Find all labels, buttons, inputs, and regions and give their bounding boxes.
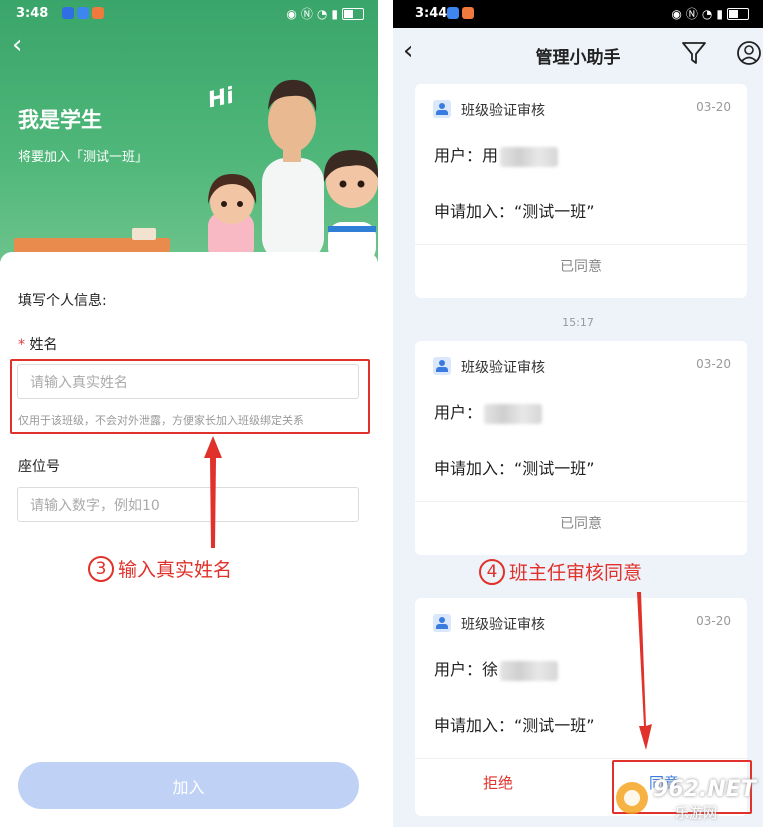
user-label: 用户： bbox=[434, 146, 483, 165]
card-apply-text: 申请加入：“测试一班” bbox=[434, 459, 595, 478]
name-label: 姓名 bbox=[29, 337, 58, 353]
review-card: 班级验证审核 03-20 用户： 申请加入：“测试一班” 已同意 bbox=[415, 341, 747, 555]
page-subtitle: 将要加入「测试一班」 bbox=[18, 150, 149, 165]
status-approved: 已同意 bbox=[560, 259, 602, 275]
book-decoration bbox=[14, 238, 170, 252]
signal-icon: ▮ bbox=[716, 6, 723, 21]
status-bar: 3:44 ◉ Ⓝ ◔ ▮ bbox=[393, 0, 763, 28]
app-notification-icon bbox=[462, 7, 474, 19]
nfc-icon: Ⓝ bbox=[685, 7, 698, 21]
card-title: 班级验证审核 bbox=[461, 103, 545, 119]
user-name: 徐 bbox=[482, 660, 499, 679]
annotation-arrow bbox=[204, 436, 222, 548]
user-label: 用户： bbox=[434, 660, 483, 679]
filter-icon[interactable] bbox=[681, 40, 707, 66]
status-time: 3:44 bbox=[415, 6, 448, 21]
user-verify-icon bbox=[433, 357, 451, 375]
profile-icon[interactable] bbox=[736, 40, 762, 66]
timestamp: 15:17 bbox=[562, 316, 594, 329]
notification-icons bbox=[62, 7, 104, 19]
step-number: 4 bbox=[479, 558, 505, 585]
card-apply-text: 申请加入：“测试一班” bbox=[434, 202, 595, 221]
app-notification-icon bbox=[77, 7, 89, 19]
card-user: 用户：徐 bbox=[434, 656, 559, 681]
divider bbox=[415, 244, 747, 245]
watermark-logo bbox=[616, 782, 648, 814]
status-bar: 3:48 ◉ Ⓝ ◔ ▮ bbox=[0, 0, 378, 28]
required-mark: * bbox=[18, 337, 25, 353]
card-date: 03-20 bbox=[696, 614, 731, 628]
back-icon[interactable]: ‹ bbox=[12, 32, 22, 58]
card-apply-text: 申请加入：“测试一班” bbox=[434, 716, 595, 735]
card-date: 03-20 bbox=[696, 357, 731, 371]
eye-icon: ◉ bbox=[286, 6, 297, 21]
system-icons: ◉ Ⓝ ◔ ▮ bbox=[286, 5, 364, 22]
name-label-row: * 姓名 bbox=[18, 334, 57, 354]
blurred-name bbox=[500, 146, 559, 167]
student-join-screen: 3:48 ◉ Ⓝ ◔ ▮ ‹ 我是学生 将要加入「测试一班」 Hi 填写个人信息… bbox=[0, 0, 378, 827]
highlight-box bbox=[10, 359, 370, 434]
divider bbox=[415, 501, 747, 502]
annotation-text: 班主任审核同意 bbox=[509, 562, 643, 584]
site-watermark: 962.NET 乐游网 bbox=[615, 775, 756, 823]
family-illustration bbox=[208, 79, 378, 262]
divider bbox=[415, 758, 747, 759]
status-approved: 已同意 bbox=[560, 516, 602, 532]
step-number: 3 bbox=[88, 555, 114, 582]
wifi-icon: ◔ bbox=[316, 6, 328, 21]
system-icons: ◉ Ⓝ ◔ ▮ bbox=[671, 5, 749, 22]
card-user: 用户：用 bbox=[434, 142, 559, 167]
annotation-text: 输入真实姓名 bbox=[118, 559, 233, 581]
watermark-brand: 962.NET bbox=[653, 777, 756, 802]
book-decoration bbox=[132, 228, 156, 240]
admin-helper-screen: 3:44 ◉ Ⓝ ◔ ▮ ‹ 管理小助手 班级验证审核 03-20 用户：用 申… bbox=[393, 0, 763, 827]
card-title: 班级验证审核 bbox=[461, 617, 545, 633]
form-section-title: 填写个人信息: bbox=[18, 293, 107, 309]
battery-icon bbox=[342, 7, 364, 20]
card-user: 用户： bbox=[434, 399, 543, 424]
seat-input[interactable]: 请输入数字，例如10 bbox=[17, 487, 359, 522]
watermark-sub: 乐游网 bbox=[675, 806, 717, 822]
join-button[interactable]: 加入 bbox=[18, 762, 359, 809]
annotation-step-3: 3 输入真实姓名 bbox=[88, 555, 232, 582]
app-notification-icon bbox=[62, 7, 74, 19]
top-nav: ‹ 管理小助手 bbox=[393, 28, 763, 80]
card-date: 03-20 bbox=[696, 100, 731, 114]
hero-banner: 3:48 ◉ Ⓝ ◔ ▮ ‹ 我是学生 将要加入「测试一班」 Hi bbox=[0, 0, 378, 262]
blurred-name bbox=[484, 403, 543, 424]
user-name: 用 bbox=[482, 146, 499, 165]
nfc-icon: Ⓝ bbox=[300, 7, 313, 21]
wifi-icon: ◔ bbox=[701, 6, 713, 21]
user-label: 用户： bbox=[434, 403, 483, 422]
status-time: 3:48 bbox=[16, 6, 49, 21]
blurred-name bbox=[500, 660, 559, 681]
card-title: 班级验证审核 bbox=[461, 360, 545, 376]
battery-icon bbox=[727, 7, 749, 20]
signal-icon: ▮ bbox=[331, 6, 338, 21]
user-verify-icon bbox=[433, 614, 451, 632]
app-notification-icon bbox=[447, 7, 459, 19]
annotation-step-4: 4 班主任审核同意 bbox=[479, 558, 642, 585]
annotation-arrow bbox=[637, 592, 652, 750]
page-title: 我是学生 bbox=[18, 108, 102, 132]
reject-button[interactable]: 拒绝 bbox=[415, 772, 581, 793]
app-notification-icon bbox=[92, 7, 104, 19]
nav-title: 管理小助手 bbox=[535, 48, 621, 68]
seat-label: 座位号 bbox=[18, 459, 60, 475]
review-card: 班级验证审核 03-20 用户：用 申请加入：“测试一班” 已同意 bbox=[415, 84, 747, 298]
user-verify-icon bbox=[433, 100, 451, 118]
eye-icon: ◉ bbox=[671, 6, 682, 21]
notification-icons bbox=[447, 7, 474, 19]
